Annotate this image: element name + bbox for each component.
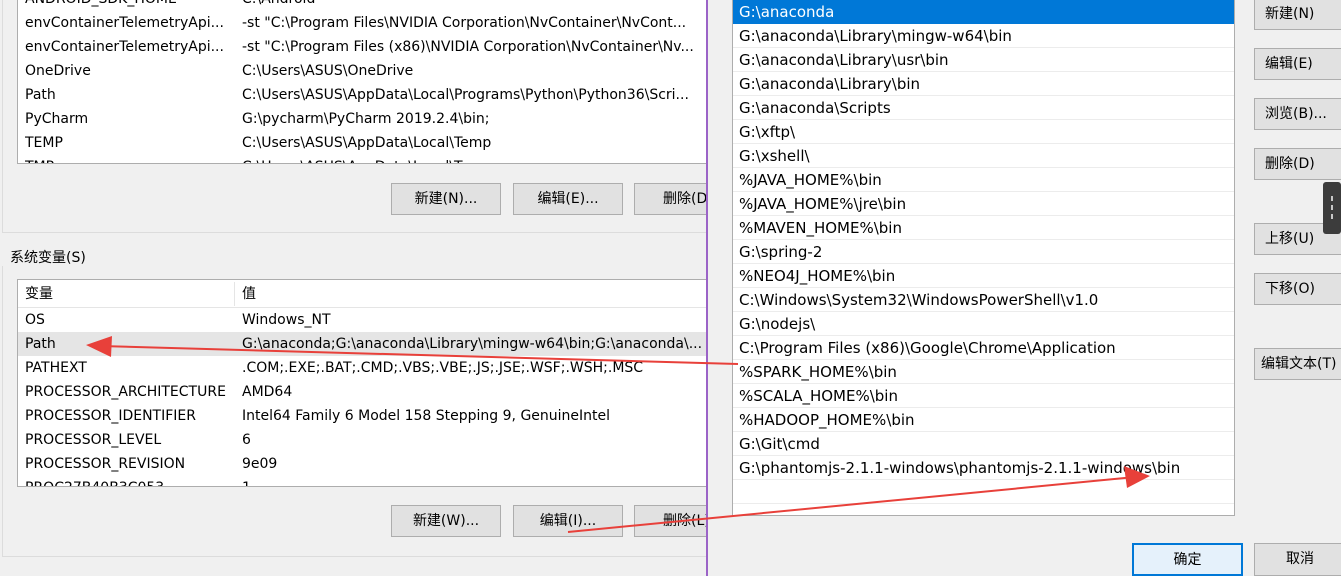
variable-value: G:\pycharm\PyCharm 2019.2.4\bin; bbox=[242, 111, 490, 127]
user-edit-button[interactable]: 编辑(E)... bbox=[513, 183, 623, 215]
variable-value: C:\Android bbox=[242, 0, 716, 11]
list-item[interactable]: C:\Program Files (x86)\Google\Chrome\App… bbox=[733, 336, 1234, 360]
path-browse-button[interactable]: 浏览(B)... bbox=[1254, 98, 1341, 130]
column-header-value[interactable]: 值 bbox=[242, 280, 256, 308]
variable-value: .COM;.EXE;.BAT;.CMD;.VBS;.VBE;.JS;.JSE;.… bbox=[242, 360, 644, 376]
system-variables-label: 系统变量(S) bbox=[10, 250, 86, 266]
list-item[interactable]: %JAVA_HOME%\jre\bin bbox=[733, 192, 1234, 216]
table-row[interactable]: PROCESSOR_REVISION 9e09 bbox=[18, 452, 716, 476]
user-vars-group-bottom bbox=[2, 232, 706, 233]
ok-button[interactable]: 确定 bbox=[1132, 543, 1243, 576]
list-item[interactable]: G:\anaconda\Scripts bbox=[733, 96, 1234, 120]
variable-name: envContainerTelemetryApi... bbox=[25, 15, 224, 31]
variable-name: PROCESSOR_ARCHITECTURE bbox=[25, 384, 226, 400]
table-row[interactable]: PROCESSOR_ARCHITECTURE AMD64 bbox=[18, 380, 716, 404]
list-item[interactable]: %MAVEN_HOME%\bin bbox=[733, 216, 1234, 240]
list-item[interactable]: G:\spring-2 bbox=[733, 240, 1234, 264]
cancel-button[interactable]: 取消 bbox=[1254, 543, 1341, 576]
variable-value: 1 bbox=[242, 476, 716, 486]
path-move-down-button[interactable]: 下移(O) bbox=[1254, 273, 1341, 305]
table-row[interactable]: envContainerTelemetryApi... -st "C:\Progr… bbox=[18, 35, 716, 59]
table-row[interactable]: ANDROID_SDK_HOME C:\Android bbox=[18, 0, 716, 11]
variable-name: TMP bbox=[25, 155, 235, 163]
list-item[interactable]: %SCALA_HOME%\bin bbox=[733, 384, 1234, 408]
user-new-button[interactable]: 新建(N)... bbox=[391, 183, 501, 215]
variable-value: -st "C:\Program Files (x86)\NVIDIA Corpo… bbox=[242, 39, 694, 55]
system-edit-button[interactable]: 编辑(I)... bbox=[513, 505, 623, 537]
table-row[interactable]: OneDrive C:\Users\ASUS\OneDrive bbox=[18, 59, 716, 83]
variable-name: PROCESSOR_IDENTIFIER bbox=[25, 408, 196, 424]
system-vars-group-bottom bbox=[2, 556, 706, 557]
list-item[interactable]: %JAVA_HOME%\bin bbox=[733, 168, 1234, 192]
list-item[interactable]: C:\Windows\System32\WindowsPowerShell\v1… bbox=[733, 288, 1234, 312]
table-row[interactable]: Path G:\anaconda;G:\anaconda\Library\ming… bbox=[18, 332, 716, 356]
variable-name: Path bbox=[25, 87, 56, 103]
list-item[interactable]: %SPARK_HOME%\bin bbox=[733, 360, 1234, 384]
list-item[interactable]: %HADOOP_HOME%\bin bbox=[733, 408, 1234, 432]
system-variables-list[interactable]: 变量 值 OS Windows_NT Path G:\anaconda;G:\anac… bbox=[17, 279, 717, 487]
variable-name: OneDrive bbox=[25, 63, 91, 79]
system-variables-header: 变量 值 bbox=[18, 280, 716, 308]
system-delete-button[interactable]: 删除(L) bbox=[634, 505, 714, 537]
window-scrollbar-thumb[interactable] bbox=[1323, 182, 1341, 234]
edit-environment-variable-dialog: G:\anaconda G:\anaconda\Library\mingw-w64… bbox=[706, 0, 1341, 576]
list-item[interactable]: G:\Git\cmd bbox=[733, 432, 1234, 456]
list-item[interactable]: %NEO4J_HOME%\bin bbox=[733, 264, 1234, 288]
list-item[interactable]: G:\nodejs\ bbox=[733, 312, 1234, 336]
path-new-button[interactable]: 新建(N) bbox=[1254, 0, 1341, 30]
list-item[interactable]: G:\anaconda\Library\mingw-w64\bin bbox=[733, 24, 1234, 48]
variable-name: PROC27B40B3C053 bbox=[25, 476, 235, 486]
variable-name: OS bbox=[25, 312, 45, 328]
table-row[interactable]: TMP C:\Users\ASUS\AppData\Local\Temp bbox=[18, 155, 716, 163]
variable-value: C:\Users\ASUS\AppData\Local\Temp bbox=[242, 155, 716, 163]
column-header-variable[interactable]: 变量 bbox=[25, 280, 53, 308]
list-item[interactable] bbox=[733, 480, 1234, 504]
list-item[interactable]: G:\phantomjs-2.1.1-windows\phantomjs-2.1… bbox=[733, 456, 1234, 480]
variable-name: PROCESSOR_REVISION bbox=[25, 456, 186, 472]
environment-variables-dialog: ANDROID_SDK_HOMEC:\AndroidenvContainerTe… bbox=[0, 0, 717, 576]
variable-value: -st "C:\Program Files\NVIDIA Corporation… bbox=[242, 15, 687, 31]
path-edit-button[interactable]: 编辑(E) bbox=[1254, 48, 1341, 80]
list-item[interactable]: G:\xshell\ bbox=[733, 144, 1234, 168]
variable-value: C:\Users\ASUS\AppData\Local\Programs\Pyt… bbox=[242, 87, 689, 103]
variable-value: C:\Users\ASUS\OneDrive bbox=[242, 63, 414, 79]
path-edit-text-button[interactable]: 编辑文本(T) bbox=[1254, 348, 1341, 380]
variable-value: AMD64 bbox=[242, 384, 293, 400]
variable-value: Intel64 Family 6 Model 158 Stepping 9, G… bbox=[242, 408, 611, 424]
list-item[interactable]: G:\anaconda\Library\bin bbox=[733, 72, 1234, 96]
variable-name: ANDROID_SDK_HOME bbox=[25, 0, 235, 11]
path-delete-button[interactable]: 删除(D) bbox=[1254, 148, 1341, 180]
system-new-button[interactable]: 新建(W)... bbox=[391, 505, 501, 537]
list-item[interactable]: G:\anaconda bbox=[733, 0, 1234, 24]
variable-name: TEMP bbox=[25, 135, 63, 151]
list-item[interactable]: G:\anaconda\Library\usr\bin bbox=[733, 48, 1234, 72]
column-separator[interactable] bbox=[234, 282, 235, 306]
table-row[interactable]: PROC27B40B3C053 1 bbox=[18, 476, 716, 486]
table-row[interactable]: OS Windows_NT bbox=[18, 308, 716, 332]
variable-name: PATHEXT bbox=[25, 360, 87, 376]
table-row[interactable]: PROCESSOR_LEVEL 6 bbox=[18, 428, 716, 452]
variable-value: 6 bbox=[242, 432, 251, 448]
path-entries-list[interactable]: G:\anaconda G:\anaconda\Library\mingw-w64… bbox=[732, 0, 1235, 516]
table-row[interactable]: TEMP C:\Users\ASUS\AppData\Local\Temp bbox=[18, 131, 716, 155]
variable-name: PyCharm bbox=[25, 111, 89, 127]
user-vars-group-border bbox=[2, 0, 3, 232]
table-row[interactable]: envContainerTelemetryApi... -st "C:\Progr… bbox=[18, 11, 716, 35]
table-row[interactable]: PATHEXT .COM;.EXE;.BAT;.CMD;.VBS;.VBE;.JS… bbox=[18, 356, 716, 380]
user-variables-list[interactable]: ANDROID_SDK_HOMEC:\AndroidenvContainerTe… bbox=[17, 0, 717, 164]
variable-value: 9e09 bbox=[242, 456, 278, 472]
variable-name: PROCESSOR_LEVEL bbox=[25, 432, 162, 448]
user-delete-button[interactable]: 删除(D) bbox=[634, 183, 714, 215]
list-item[interactable]: G:\xftp\ bbox=[733, 120, 1234, 144]
variable-name: Path bbox=[25, 336, 56, 352]
variable-value: C:\Users\ASUS\AppData\Local\Temp bbox=[242, 135, 492, 151]
variable-value: G:\anaconda;G:\anaconda\Library\mingw-w6… bbox=[242, 336, 703, 352]
system-vars-group-border bbox=[2, 266, 3, 556]
table-row[interactable]: Path C:\Users\ASUS\AppData\Local\Programs… bbox=[18, 83, 716, 107]
table-row[interactable]: PyCharm G:\pycharm\PyCharm 2019.2.4\bin; bbox=[18, 107, 716, 131]
variable-value: Windows_NT bbox=[242, 312, 331, 328]
table-row[interactable]: PROCESSOR_IDENTIFIER Intel64 Family 6 Mod… bbox=[18, 404, 716, 428]
variable-name: envContainerTelemetryApi... bbox=[25, 39, 224, 55]
